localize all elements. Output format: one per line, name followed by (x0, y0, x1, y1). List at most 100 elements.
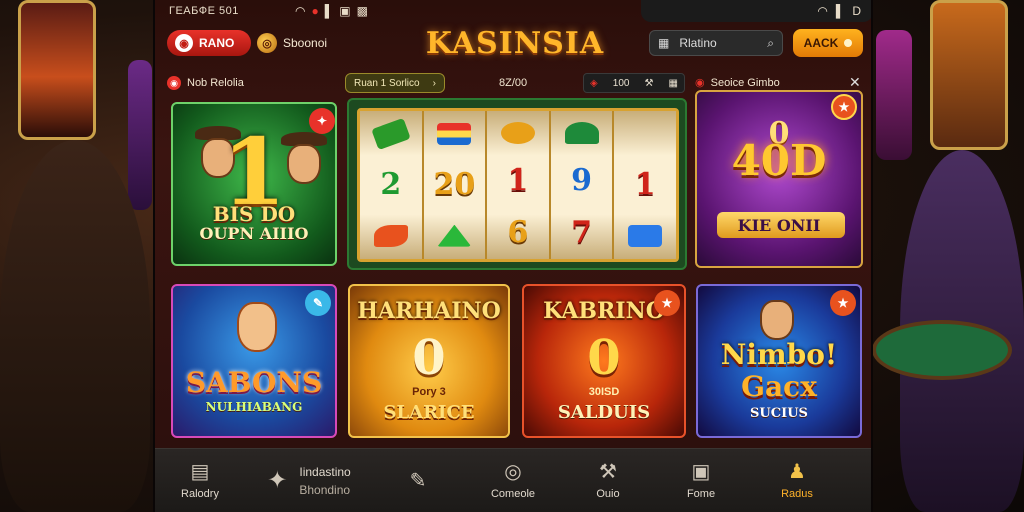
game-tile[interactable]: Nimbo! Gacx SUCIUS ★ (696, 284, 862, 438)
reel: 2 (360, 111, 424, 259)
game-title: Nimbo! (720, 338, 838, 371)
status-bar: ГЕАБФЕ 501 ◠ ● ▌ ▣ ▩ ◠ ▌ D (155, 0, 871, 22)
nav-item-fome[interactable]: ▣ Fome (653, 449, 749, 512)
status-text: ГЕАБФЕ 501 (169, 5, 239, 17)
sub-left-link[interactable]: ◉ Nob Relolia (167, 76, 244, 90)
game-tile[interactable]: KABRINO 0 30ISD SALDUIS ★ (522, 284, 686, 438)
back-button[interactable]: AACK (793, 29, 863, 57)
game-title: HARHAINO (357, 298, 501, 324)
green-gem-icon (564, 122, 599, 144)
game-tile[interactable]: HARHAINO 0 Pory 3 SLARICE (348, 284, 510, 438)
nav-item-iindastino[interactable]: ✦ Iindastino Bhondino (245, 449, 373, 512)
casino-app-window: ГЕАБФЕ 501 ◠ ● ▌ ▣ ▩ ◠ ▌ D ◉ RANO ◎ Sboo… (153, 0, 873, 512)
coin-icon (500, 122, 535, 144)
bet-selector[interactable]: ◈ 100 ⚒ ▦ (583, 73, 685, 93)
grid-icon: ▦ (668, 77, 678, 89)
reel: 1 6 (487, 111, 551, 259)
hot-badge-icon[interactable]: ★ (654, 290, 680, 316)
category-label: Ruan 1 Sorlico (354, 77, 420, 89)
game-tile[interactable]: SABONS NULHIABANG ✎ (171, 284, 337, 438)
background-slot-machine (930, 0, 1008, 150)
grid-icon: ▦ (658, 36, 670, 50)
gem-icon (437, 224, 472, 247)
nav-item-ralodry[interactable]: ▤ Ralodry (155, 449, 245, 512)
header: ◉ RANO ◎ Sboonoi KASINSIA ▦ Rlatino ⌕ AA… (155, 24, 871, 64)
brand-button[interactable]: ◉ RANO (167, 30, 251, 56)
game-subtitle: SUCIUS (750, 406, 808, 421)
reel: 9 7 (550, 111, 615, 259)
nav-label: Ouio (596, 487, 620, 500)
nav-item-pen[interactable]: ✎ (373, 449, 463, 512)
bet-value: 100 (612, 77, 630, 89)
nav-item-ouio[interactable]: ⚒ Ouio (563, 449, 653, 512)
app-logo: KASINSIA (425, 26, 605, 61)
game-mini-label: 30ISD (588, 386, 620, 398)
game-title: SABONS (185, 366, 323, 399)
brand-logo-icon: ◉ (175, 34, 193, 52)
background-slot-machine (18, 0, 96, 140)
reel-symbol: 9 (571, 163, 593, 198)
game-subtitle: NULHIABANG (205, 400, 303, 414)
hot-badge-icon[interactable]: ★ (831, 94, 857, 120)
ball-icon: ◎ (504, 460, 522, 483)
sub-left-label: Nob Relolia (187, 77, 244, 89)
balance: 8Z/00 (499, 77, 528, 89)
reel-symbol: 6 (507, 215, 529, 250)
back-label: AACK (803, 36, 839, 50)
game-zero: 0 (587, 330, 621, 386)
game-icon: ◉ (695, 77, 705, 89)
game-tile[interactable]: 0 40D KIE ONII ★ (695, 90, 863, 268)
nav-label: Ralodry (181, 487, 219, 500)
status-d-icon: D (852, 4, 861, 18)
session-label: Sboonoi (283, 36, 328, 50)
search-input[interactable]: ▦ Rlatino ⌕ (649, 30, 783, 56)
blue-gem-icon (628, 224, 663, 247)
wifi-icon: ◠ (817, 4, 828, 18)
reel-symbol: 1 (634, 166, 656, 202)
status-right: ◠ ▌ D (641, 0, 871, 22)
hot-badge-icon[interactable]: ★ (830, 290, 856, 316)
character-icon (237, 302, 277, 352)
nav-item-comeole[interactable]: ◎ Comeole (463, 449, 563, 512)
flag-icon (437, 123, 472, 146)
tools-icon: ⚒ (599, 460, 617, 483)
game-title: 40D (731, 136, 827, 185)
game-mini-label: Pory 3 (412, 386, 446, 398)
close-icon[interactable]: ✕ (849, 74, 861, 91)
game-subtitle: KIE ONII (737, 216, 821, 235)
info-badge-icon[interactable]: ✎ (305, 290, 331, 316)
chip-icon: ✦ (267, 466, 288, 494)
reel: 20 (423, 111, 488, 259)
session-button[interactable]: ◎ Sboonoi (257, 33, 327, 53)
favorite-badge-icon[interactable]: ✦ (309, 108, 335, 134)
dot-icon (844, 39, 853, 47)
brand-label: RANO (199, 36, 235, 50)
signal-icon: ▌ (835, 4, 845, 18)
reel: 1 (614, 111, 676, 259)
game-title: BIS DO (212, 202, 296, 226)
sub-right-link[interactable]: ◉ Seoice Gimbo (695, 76, 780, 90)
background-table (872, 320, 1012, 380)
person-icon: ♟ (788, 460, 806, 483)
reel-symbol: 1 (507, 163, 529, 198)
info-icon: ◉ (167, 76, 181, 90)
game-title-line2: Gacx (741, 370, 817, 403)
bet-icon: ◈ (590, 77, 598, 89)
bird-icon (373, 224, 408, 247)
nav-label: Radus (781, 487, 813, 500)
nav-label: Comeole (490, 487, 536, 500)
category-dropdown[interactable]: Ruan 1 Sorlico › (345, 73, 445, 93)
screen-icon: ▣ (691, 460, 711, 483)
reels-panel: 2 20 1 6 9 7 1 (357, 108, 679, 262)
lock-icon: ▩ (356, 4, 368, 18)
search-value: Rlatino (679, 36, 717, 50)
nav-item-radus[interactable]: ♟ Radus (749, 449, 845, 512)
slot-machine-reels[interactable]: 2 20 1 6 9 7 1 (347, 98, 687, 270)
reel-symbol: 2 (380, 166, 402, 202)
list-icon: ▤ (190, 460, 210, 483)
record-icon: ● (311, 4, 319, 18)
pen-icon: ✎ (409, 469, 427, 492)
nav-label: Fome (686, 487, 716, 500)
game-tile[interactable]: 1 BIS DO OUPN AIIIO ✦ (171, 102, 337, 266)
background-player (0, 140, 150, 512)
